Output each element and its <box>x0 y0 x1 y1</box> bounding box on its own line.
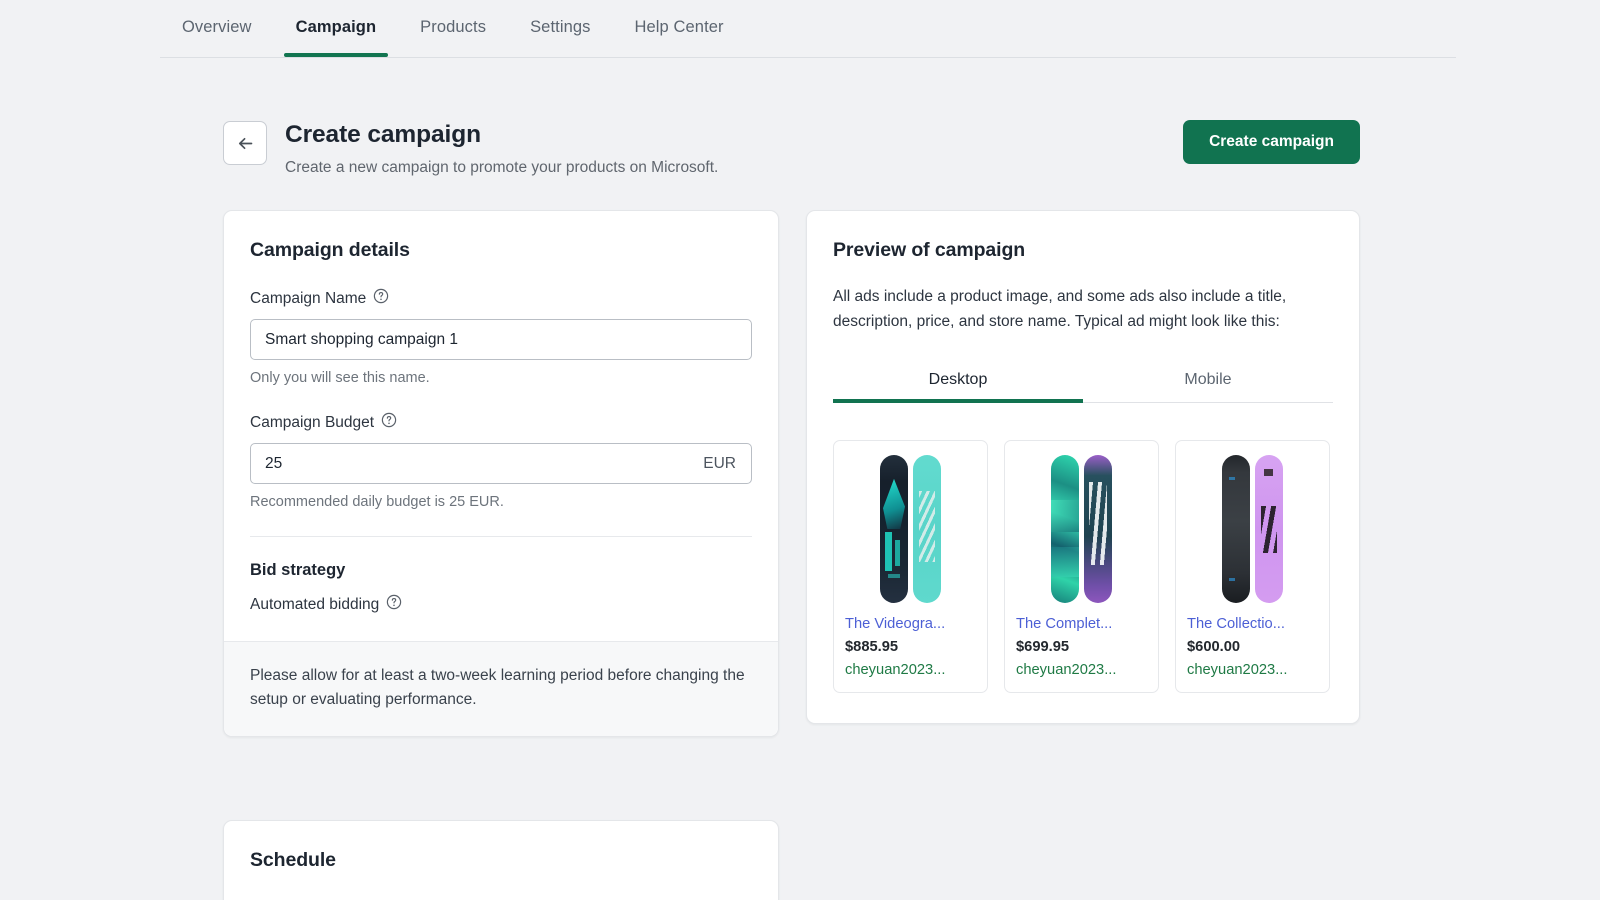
campaign-name-input-wrap <box>250 319 752 360</box>
details-divider <box>250 536 752 537</box>
campaign-budget-input-wrap: EUR <box>250 443 752 484</box>
preview-title: Preview of campaign <box>833 239 1333 262</box>
product-price: $885.95 <box>845 639 976 655</box>
learning-period-notice: Please allow for at least a two-week lea… <box>224 641 778 736</box>
bid-strategy-value-row: Automated bidding <box>250 594 752 615</box>
campaign-name-label-row: Campaign Name <box>250 288 752 309</box>
page-header-left: Create campaign Create a new campaign to… <box>223 118 718 179</box>
nav-tab-label: Campaign <box>296 18 377 36</box>
product-title[interactable]: The Complet... <box>1016 616 1147 632</box>
device-preview-tabs: Desktop Mobile <box>833 360 1333 403</box>
preview-product-card[interactable]: The Collectio... $600.00 cheyuan2023... <box>1175 440 1330 693</box>
product-price: $600.00 <box>1187 639 1318 655</box>
product-image <box>845 453 976 605</box>
page-subtitle: Create a new campaign to promote your pr… <box>285 158 718 178</box>
campaign-budget-field: Campaign Budget EUR Recommended daily bu… <box>250 412 752 510</box>
page-header-text: Create campaign Create a new campaign to… <box>285 118 718 179</box>
schedule-card: Schedule <box>223 820 779 900</box>
main-nav: Overview Campaign Products Settings Help… <box>160 0 1456 58</box>
campaign-preview-body: Preview of campaign All ads include a pr… <box>807 211 1359 723</box>
snowboard-graphic <box>1255 455 1283 603</box>
nav-tab-label: Overview <box>182 18 252 36</box>
snowboard-graphic <box>913 455 941 603</box>
product-image <box>1187 453 1318 605</box>
tab-desktop[interactable]: Desktop <box>833 360 1083 402</box>
preview-product-list: The Videogra... $885.95 cheyuan2023... <box>833 403 1333 723</box>
product-store: cheyuan2023... <box>1187 662 1318 678</box>
arrow-left-icon <box>236 134 255 153</box>
campaign-budget-input[interactable] <box>250 443 752 484</box>
snowboard-graphic <box>880 455 908 603</box>
product-store: cheyuan2023... <box>1016 662 1147 678</box>
product-store: cheyuan2023... <box>845 662 976 678</box>
nav-tab-help-center[interactable]: Help Center <box>612 0 745 55</box>
snowboard-graphic <box>1051 455 1079 603</box>
product-title[interactable]: The Videogra... <box>845 616 976 632</box>
tab-desktop-label: Desktop <box>929 371 988 388</box>
preview-description: All ads include a product image, and som… <box>833 284 1333 334</box>
nav-tab-campaign[interactable]: Campaign <box>274 0 399 55</box>
campaign-details-card: Campaign details Campaign Name <box>223 210 779 737</box>
bid-strategy-value: Automated bidding <box>250 596 379 614</box>
bid-strategy-title: Bid strategy <box>250 561 752 580</box>
nav-tab-label: Products <box>420 18 486 36</box>
nav-tab-products[interactable]: Products <box>398 0 508 55</box>
tab-mobile[interactable]: Mobile <box>1083 360 1333 402</box>
create-campaign-button[interactable]: Create campaign <box>1183 120 1360 164</box>
campaign-details-body: Campaign details Campaign Name <box>224 211 778 615</box>
campaign-details-title: Campaign details <box>250 239 752 262</box>
app-root: Overview Campaign Products Settings Help… <box>0 0 1600 900</box>
nav-tab-overview[interactable]: Overview <box>160 0 274 55</box>
campaign-preview-card: Preview of campaign All ads include a pr… <box>806 210 1360 724</box>
question-circle-icon[interactable] <box>381 412 397 433</box>
schedule-title: Schedule <box>250 849 752 872</box>
campaign-budget-label-row: Campaign Budget <box>250 412 752 433</box>
preview-product-card[interactable]: The Complet... $699.95 cheyuan2023... <box>1004 440 1159 693</box>
page-title: Create campaign <box>285 120 718 149</box>
campaign-budget-label: Campaign Budget <box>250 414 374 432</box>
schedule-body: Schedule <box>224 821 778 872</box>
nav-tab-settings[interactable]: Settings <box>508 0 612 55</box>
nav-tab-label: Help Center <box>634 18 723 36</box>
back-button[interactable] <box>223 121 267 165</box>
preview-product-card[interactable]: The Videogra... $885.95 cheyuan2023... <box>833 440 988 693</box>
snowboard-graphic <box>1222 455 1250 603</box>
question-circle-icon[interactable] <box>386 594 402 615</box>
snowboard-graphic <box>1084 455 1112 603</box>
campaign-name-field: Campaign Name Only you will see this nam… <box>250 288 752 386</box>
question-circle-icon[interactable] <box>373 288 389 309</box>
campaign-name-input[interactable] <box>250 319 752 360</box>
tab-mobile-label: Mobile <box>1184 371 1231 388</box>
page-header: Create campaign Create a new campaign to… <box>223 118 1360 179</box>
nav-tab-label: Settings <box>530 18 590 36</box>
product-image <box>1016 453 1147 605</box>
campaign-budget-hint: Recommended daily budget is 25 EUR. <box>250 494 752 510</box>
product-price: $699.95 <box>1016 639 1147 655</box>
product-title[interactable]: The Collectio... <box>1187 616 1318 632</box>
campaign-name-label: Campaign Name <box>250 290 366 308</box>
campaign-name-hint: Only you will see this name. <box>250 370 752 386</box>
